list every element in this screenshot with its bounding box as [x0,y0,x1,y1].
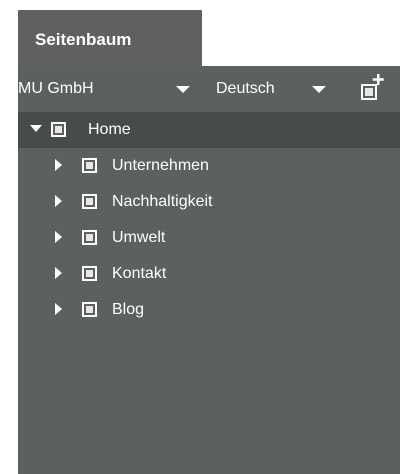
tree-item-umwelt[interactable]: Umwelt [18,220,400,256]
tree-item-kontakt[interactable]: Kontakt [18,256,400,292]
tree-item-label: Blog [112,301,145,318]
tree-item-label: Umwelt [112,229,166,246]
caret-right-icon[interactable] [55,195,62,207]
tree-item-label: Unternehmen [112,157,209,174]
add-page-button[interactable] [360,72,386,102]
tree-item-blog[interactable]: Blog [18,292,400,328]
caret-right-icon[interactable] [55,303,62,315]
page-icon [82,302,97,317]
caret-down-icon[interactable] [30,125,42,132]
caret-right-icon[interactable] [55,159,62,171]
page-tree: Home Unternehmen Nachhaltigkeit Umwelt K… [18,112,400,328]
chevron-down-icon [176,86,190,93]
page-icon [51,122,66,137]
language-select[interactable]: Deutsch [216,79,326,99]
page-tree-panel: MU GmbH Deutsch Home Unternehmen Nachhal… [18,66,400,474]
company-select-value: MU GmbH [18,80,94,97]
chevron-down-icon [312,86,326,93]
tree-item-label: Nachhaltigkeit [112,193,213,210]
tree-item-home[interactable]: Home [18,112,400,148]
language-select-value: Deutsch [216,80,275,97]
tree-item-label: Kontakt [112,265,167,282]
tab-title: Seitenbaum [35,30,132,49]
company-select[interactable]: MU GmbH [18,79,190,99]
page-icon [82,158,97,173]
tab-seitenbaum[interactable]: Seitenbaum [18,10,202,66]
tree-item-nachhaltigkeit[interactable]: Nachhaltigkeit [18,184,400,220]
page-icon [82,194,97,209]
page-icon [82,230,97,245]
add-page-icon [361,74,384,100]
panel-toolbar: MU GmbH Deutsch [18,66,400,110]
tree-item-label: Home [88,121,131,138]
tree-item-unternehmen[interactable]: Unternehmen [18,148,400,184]
caret-right-icon[interactable] [55,231,62,243]
caret-right-icon[interactable] [55,267,62,279]
page-icon [82,266,97,281]
